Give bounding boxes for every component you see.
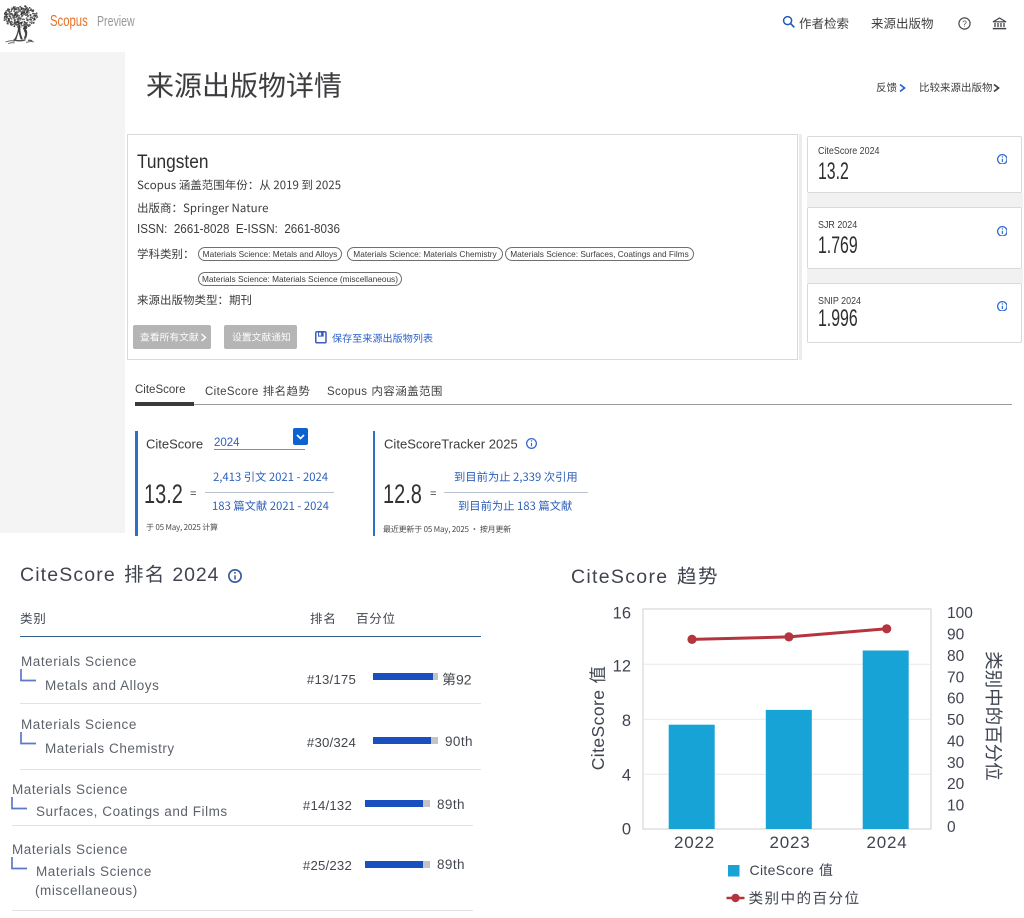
svg-text:0: 0 [947, 819, 956, 836]
svg-text:8: 8 [622, 712, 631, 730]
svg-text:CiteScore: CiteScore [571, 566, 669, 588]
svg-text:90: 90 [947, 627, 965, 644]
svg-text:20: 20 [947, 776, 965, 793]
svg-text:70: 70 [947, 669, 965, 686]
svg-text:CiteScoreTracker 2025: CiteScoreTracker 2025 [384, 436, 518, 451]
svg-text:2023: 2023 [769, 833, 810, 852]
svg-text:CiteScore: CiteScore [588, 690, 608, 771]
svg-text:10: 10 [947, 798, 965, 815]
svg-text:92: 92 [456, 671, 472, 687]
svg-text:0: 0 [622, 820, 631, 838]
svg-text:50: 50 [947, 712, 965, 729]
svg-text:16: 16 [613, 604, 631, 622]
svg-text:2022: 2022 [674, 833, 715, 852]
svg-text:CiteScore: CiteScore [205, 386, 259, 398]
svg-text:30: 30 [947, 755, 965, 772]
svg-text:?: ? [962, 19, 967, 28]
svg-text:100: 100 [947, 605, 973, 622]
svg-text:80: 80 [947, 648, 965, 665]
svg-text:Scopus: Scopus [327, 386, 367, 398]
svg-text:4: 4 [622, 766, 631, 784]
svg-text:12: 12 [613, 657, 631, 675]
svg-text:2024: 2024 [172, 564, 219, 586]
svg-text:CiteScore: CiteScore [750, 862, 815, 878]
svg-text:40: 40 [947, 733, 965, 750]
svg-text:2024: 2024 [866, 833, 907, 852]
svg-text:CiteScore: CiteScore [146, 436, 203, 451]
svg-text:60: 60 [947, 691, 965, 708]
svg-text:CiteScore: CiteScore [20, 564, 116, 586]
